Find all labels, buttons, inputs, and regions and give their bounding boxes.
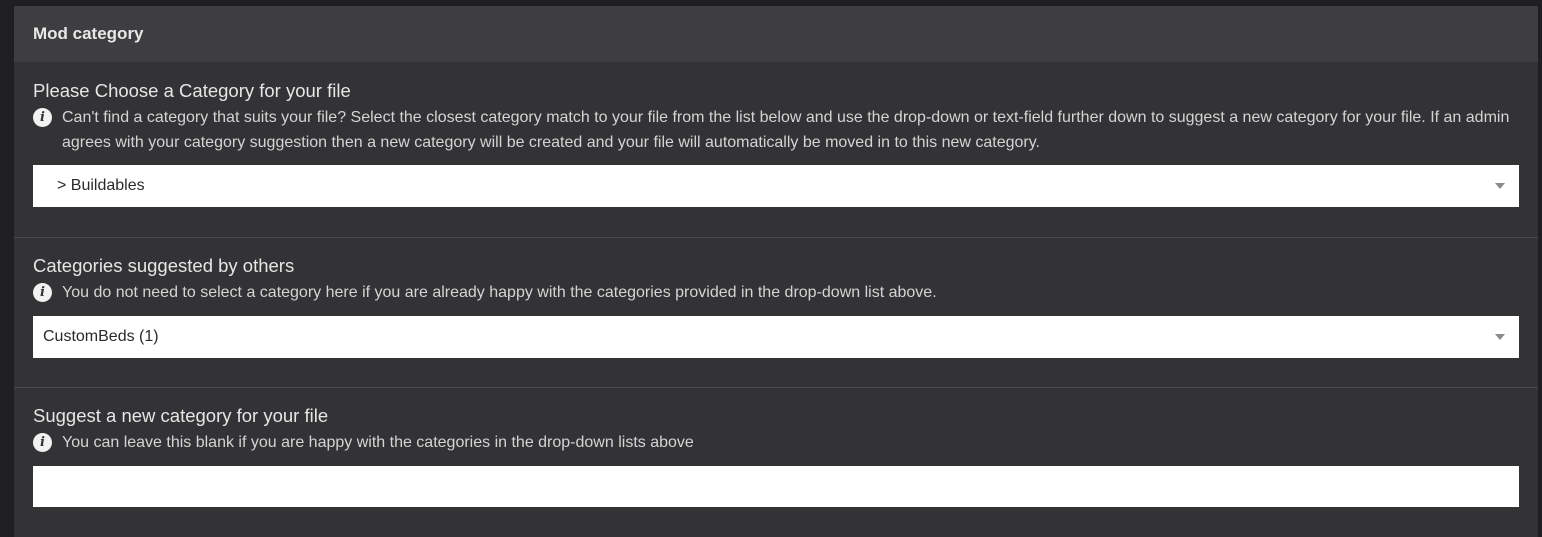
suggested-category-select[interactable]: CustomBeds (1) [33,316,1519,358]
caret-down-icon [1495,334,1505,340]
suggested-info-row: i You do not need to select a category h… [33,280,1519,305]
panel-header: Mod category [14,6,1538,62]
new-category-info-row: i You can leave this blank if you are ha… [33,430,1519,455]
category-info-row: i Can't find a category that suits your … [33,105,1519,155]
mod-category-panel: Mod category Please Choose a Category fo… [14,6,1538,537]
caret-down-icon [1495,183,1505,189]
suggested-select-value: CustomBeds (1) [43,328,159,345]
new-category-info-text: You can leave this blank if you are happ… [62,434,694,451]
suggested-section-title: Categories suggested by others [33,255,295,276]
category-section-title: Please Choose a Category for your file [33,80,351,101]
category-section: Please Choose a Category for your file i… [14,62,1538,237]
new-category-input-wrap [33,466,1519,507]
category-info-text: Can't find a category that suits your fi… [62,109,1510,151]
category-select[interactable]: > Buildables [33,165,1519,207]
info-icon: i [33,283,52,302]
suggested-section: Categories suggested by others i You do … [14,238,1538,387]
category-select-value: > Buildables [57,177,145,194]
new-category-input[interactable] [33,466,1519,507]
suggested-info-text: You do not need to select a category her… [62,284,937,301]
new-category-section: Suggest a new category for your file i Y… [14,388,1538,507]
panel-title: Mod category [33,24,144,43]
info-icon: i [33,433,52,452]
info-icon: i [33,108,52,127]
new-category-section-title: Suggest a new category for your file [33,405,329,426]
